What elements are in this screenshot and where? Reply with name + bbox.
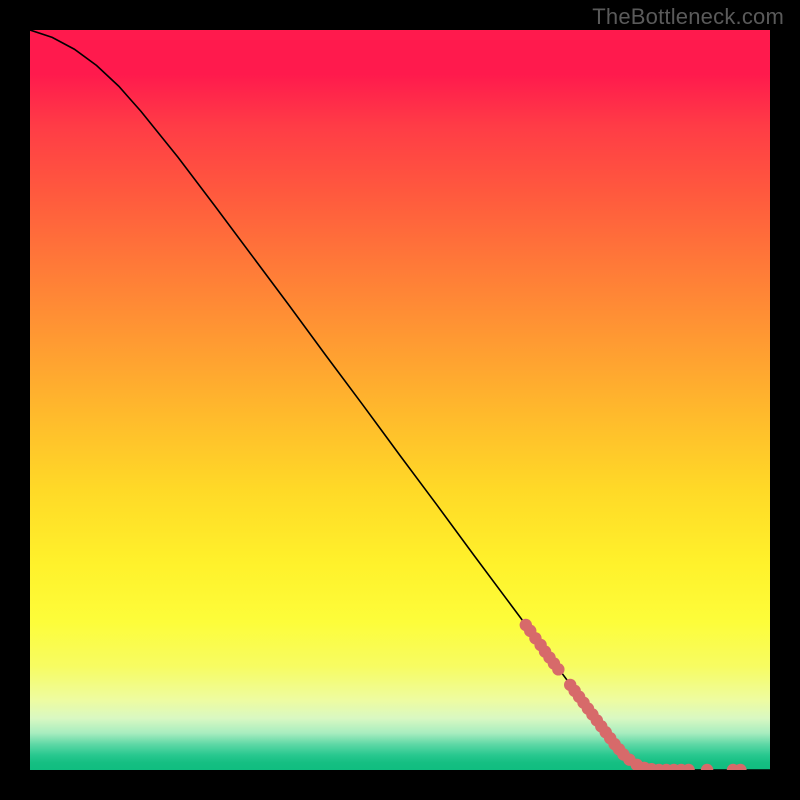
data-markers	[520, 619, 747, 770]
attribution-label: TheBottleneck.com	[592, 4, 784, 30]
plot-area	[30, 30, 770, 770]
curve-overlay	[30, 30, 770, 770]
data-marker	[701, 764, 713, 770]
bottleneck-curve	[30, 30, 770, 770]
data-marker	[552, 663, 564, 675]
chart-frame: TheBottleneck.com	[0, 0, 800, 800]
